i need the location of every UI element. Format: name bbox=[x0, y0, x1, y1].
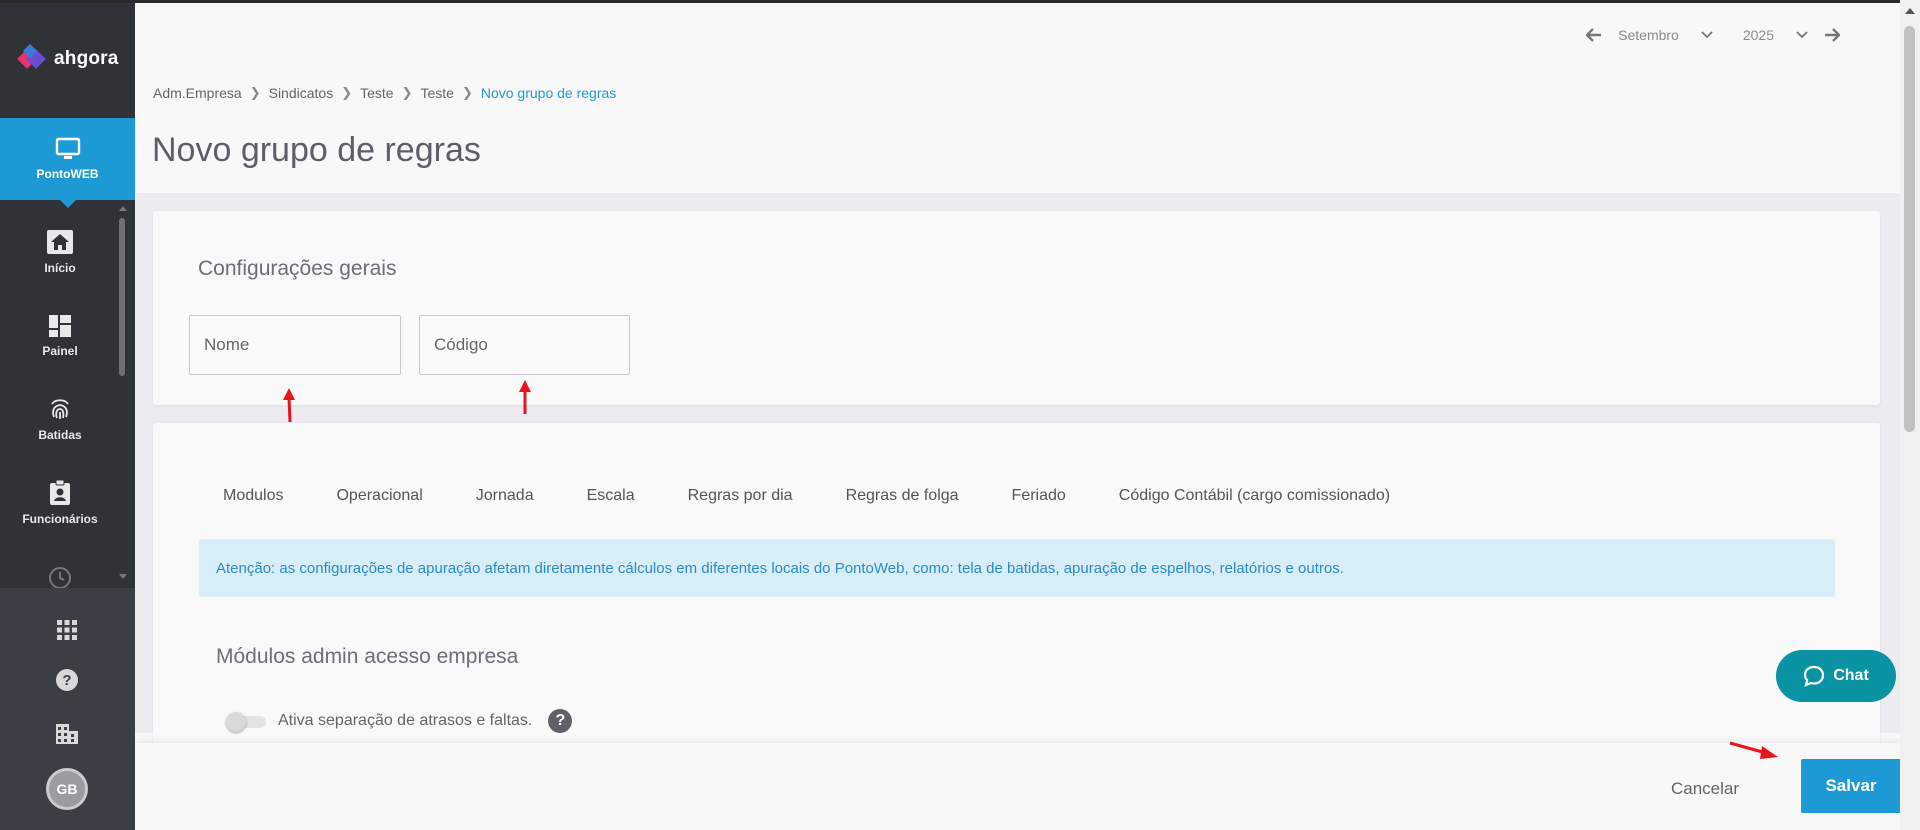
page-scroll-thumb[interactable] bbox=[1904, 26, 1915, 432]
chat-label: Chat bbox=[1833, 667, 1869, 684]
main-content: Setembro 2025 Adm.Empresa ❯ Sindicatos ❯… bbox=[135, 3, 1901, 830]
help-icon[interactable]: ? bbox=[548, 709, 573, 733]
chat-bubble-icon bbox=[1804, 665, 1825, 687]
dashboard-icon bbox=[49, 315, 71, 337]
building-icon[interactable] bbox=[55, 722, 79, 746]
general-settings-card: Configurações gerais Nome Código bbox=[153, 211, 1880, 405]
save-button[interactable]: Salvar bbox=[1801, 759, 1901, 813]
ahgora-logo[interactable]: ahgora bbox=[17, 43, 119, 74]
tab-modulos[interactable]: Modulos bbox=[223, 487, 283, 505]
avatar[interactable]: GB bbox=[46, 768, 88, 810]
sidebar-item-batidas[interactable]: Batidas bbox=[0, 396, 120, 442]
sidebar-item-label: PontoWEB bbox=[36, 167, 99, 181]
tab-regras-de-folga[interactable]: Regras de folga bbox=[846, 487, 959, 505]
arrow-left-icon[interactable] bbox=[1586, 28, 1602, 42]
help-icon[interactable]: ? bbox=[55, 668, 79, 692]
alert-text: Atenção: as configurações de apuração af… bbox=[216, 559, 1344, 577]
apps-grid-icon[interactable] bbox=[55, 618, 79, 642]
toggle-knob bbox=[226, 712, 246, 732]
chevron-right-icon: ❯ bbox=[341, 85, 353, 100]
sidebar-item-painel[interactable]: Painel bbox=[0, 314, 120, 358]
modules-section-title: Módulos admin acesso empresa bbox=[216, 645, 519, 668]
chevron-right-icon: ❯ bbox=[401, 85, 413, 100]
fingerprint-icon bbox=[51, 399, 69, 419]
chevron-down-icon bbox=[1796, 31, 1808, 39]
toggle-row: Ativa separação de atrasos e faltas. ? bbox=[226, 709, 573, 733]
delay-absence-toggle[interactable] bbox=[226, 712, 266, 732]
active-pointer bbox=[60, 200, 76, 208]
annotation-arrow-up-icon bbox=[283, 388, 295, 423]
page-scrollbar[interactable] bbox=[1900, 0, 1920, 830]
tab-jornada[interactable]: Jornada bbox=[476, 487, 534, 505]
svg-text:?: ? bbox=[62, 672, 71, 689]
breadcrumb-current: Novo grupo de regras bbox=[480, 85, 617, 101]
breadcrumb-item[interactable]: Adm.Empresa bbox=[153, 85, 242, 101]
badge-icon bbox=[50, 480, 70, 505]
chevron-down-icon bbox=[1701, 31, 1713, 39]
rules-tabs: Modulos Operacional Jornada Escala Regra… bbox=[223, 487, 1390, 505]
cancel-button[interactable]: Cancelar bbox=[1671, 779, 1739, 799]
annotation-arrow-up-icon bbox=[519, 380, 531, 414]
sidebar-scroll-thumb[interactable] bbox=[119, 218, 125, 376]
chevron-right-icon: ❯ bbox=[249, 85, 261, 100]
tab-regras-por-dia[interactable]: Regras por dia bbox=[688, 487, 793, 505]
tab-codigo-contabil[interactable]: Código Contábil (cargo comissionado) bbox=[1119, 487, 1390, 505]
breadcrumb-item[interactable]: Sindicatos bbox=[269, 85, 334, 101]
sidebar-item-inicio[interactable]: Início bbox=[0, 229, 120, 275]
chat-button[interactable]: Chat bbox=[1776, 650, 1896, 702]
scroll-down-arrow-icon[interactable] bbox=[119, 574, 127, 579]
period-selector: Setembro 2025 bbox=[1586, 27, 1840, 43]
chevron-right-icon: ❯ bbox=[461, 85, 473, 100]
section-title: Configurações gerais bbox=[198, 257, 397, 280]
name-field[interactable]: Nome bbox=[189, 315, 401, 375]
scroll-up-arrow-icon[interactable] bbox=[119, 206, 127, 211]
ahgora-logo-mark-icon bbox=[17, 43, 48, 74]
sidebar-item-label: Funcionários bbox=[22, 512, 98, 526]
code-field[interactable]: Código bbox=[419, 315, 630, 375]
sidebar-item-pontoweb[interactable]: PontoWEB bbox=[0, 118, 135, 208]
sidebar-item-clock-partial[interactable] bbox=[0, 566, 120, 590]
year-select[interactable]: 2025 bbox=[1743, 27, 1808, 43]
arrow-right-icon[interactable] bbox=[1824, 28, 1840, 42]
page-title: Novo grupo de regras bbox=[152, 131, 481, 169]
sidebar-item-label: Batidas bbox=[38, 428, 82, 442]
month-value: Setembro bbox=[1618, 27, 1679, 43]
toggle-label: Ativa separação de atrasos e faltas. bbox=[278, 712, 533, 729]
sidebar: ahgora PontoWEB Início Painel Batidas Fu… bbox=[0, 0, 1920, 830]
code-placeholder: Código bbox=[434, 335, 488, 354]
clock-icon bbox=[49, 567, 71, 589]
month-select[interactable]: Setembro bbox=[1618, 27, 1713, 43]
sidebar-scrollbar[interactable] bbox=[119, 206, 127, 579]
sidebar-item-label: Painel bbox=[42, 344, 78, 358]
sidebar-item-funcionarios[interactable]: Funcionários bbox=[0, 480, 120, 526]
tab-operacional[interactable]: Operacional bbox=[336, 487, 422, 505]
scroll-up-arrow-icon[interactable] bbox=[1905, 8, 1915, 14]
breadcrumb-item[interactable]: Teste bbox=[420, 85, 453, 101]
tab-feriado[interactable]: Feriado bbox=[1012, 487, 1066, 505]
year-value: 2025 bbox=[1742, 27, 1774, 43]
home-icon bbox=[47, 230, 73, 254]
breadcrumb: Adm.Empresa ❯ Sindicatos ❯ Teste ❯ Teste… bbox=[153, 85, 616, 101]
name-placeholder: Nome bbox=[204, 335, 250, 354]
sidebar-item-label: Início bbox=[44, 261, 76, 275]
breadcrumb-item[interactable]: Teste bbox=[360, 85, 393, 101]
footer-actions: Cancelar Salvar bbox=[135, 743, 1901, 830]
tab-escala[interactable]: Escala bbox=[587, 487, 635, 505]
info-alert: Atenção: as configurações de apuração af… bbox=[199, 539, 1835, 597]
logo-text: ahgora bbox=[54, 48, 119, 69]
rules-card: Modulos Operacional Jornada Escala Regra… bbox=[153, 423, 1880, 763]
annotation-arrow-right-icon bbox=[1729, 741, 1778, 759]
monitor-icon bbox=[55, 137, 80, 159]
